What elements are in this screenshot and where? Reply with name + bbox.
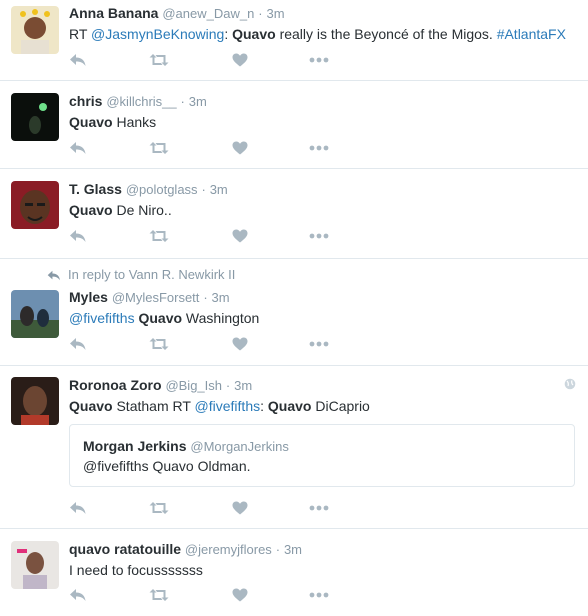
reply-arrow-icon (47, 270, 60, 281)
separator-dot: · (180, 94, 185, 109)
more-dots-icon[interactable] (309, 588, 329, 604)
tweet-author-name[interactable]: Anna Banana (69, 5, 158, 21)
avatar[interactable] (11, 93, 59, 141)
tweet-author-handle[interactable]: @jeremyjflores (185, 542, 272, 557)
more-dots-icon[interactable] (309, 141, 329, 157)
mention-link[interactable]: @fivefifths (195, 398, 261, 414)
text-segment: really is the Beyoncé of the Migos. (275, 26, 497, 42)
reply-arrow-icon[interactable] (69, 501, 89, 517)
reply-arrow-icon[interactable] (69, 53, 89, 69)
tweet-myles[interactable]: In reply to Vann R. Newkirk II Myles @My… (0, 259, 588, 366)
tweet-t-glass[interactable]: T. Glass @polotglass · 3m Quavo De Niro.… (0, 169, 588, 259)
heart-icon[interactable] (232, 229, 252, 245)
tweet-author-handle[interactable]: @MylesForsett (112, 290, 200, 305)
text-segment: Statham RT (112, 398, 195, 414)
tweet-text: Quavo De Niro.. (69, 200, 576, 220)
avatar[interactable] (11, 6, 59, 54)
heart-icon[interactable] (232, 337, 252, 353)
tweet-chris[interactable]: chris @killchris__ · 3m Quavo Hanks (0, 81, 588, 169)
text-segment: De Niro.. (112, 202, 172, 218)
text-segment: : (260, 398, 268, 414)
text-segment: Hanks (112, 114, 157, 130)
tweet-text: @fivefifths Quavo Washington (69, 308, 576, 328)
text-bold: Quavo (69, 398, 113, 414)
text-bold: Quavo (232, 26, 276, 42)
tweet-author-handle[interactable]: @Big_Ish (165, 378, 222, 393)
text-bold: Quavo (69, 114, 113, 130)
hashtag-link[interactable]: #AtlantaFX (497, 26, 566, 42)
quoted-author-handle: @MorganJerkins (190, 439, 289, 454)
separator-dot: · (203, 290, 208, 305)
tweet-timestamp[interactable]: 3m (210, 182, 228, 197)
reply-arrow-icon[interactable] (69, 229, 89, 245)
text-segment: Washington (182, 310, 260, 326)
separator-dot: · (258, 6, 263, 21)
reply-arrow-icon[interactable] (69, 337, 89, 353)
more-dots-icon[interactable] (309, 229, 329, 245)
tweet-timestamp[interactable]: 3m (266, 6, 284, 21)
quoted-author-name: Morgan Jerkins (83, 438, 187, 454)
mention-link[interactable]: @fivefifths (69, 310, 135, 326)
tweet-author-name[interactable]: T. Glass (69, 181, 122, 197)
separator-dot: · (201, 182, 206, 197)
text-bold: Quavo (138, 310, 183, 326)
heart-icon[interactable] (232, 588, 252, 604)
retweet-icon[interactable] (149, 229, 169, 245)
retweet-icon[interactable] (149, 141, 169, 157)
retweet-icon[interactable] (149, 337, 169, 353)
heart-icon[interactable] (232, 501, 252, 517)
reply-context[interactable]: In reply to Vann R. Newkirk II (46, 267, 235, 282)
heart-icon[interactable] (232, 53, 252, 69)
quoted-text: @fivefifths Quavo Oldman. (83, 458, 251, 474)
separator-dot: · (275, 542, 281, 557)
text-segment: RT (69, 26, 92, 42)
tweet-anna-banana[interactable]: Anna Banana @anew_Daw_n · 3m RT @JasmynB… (0, 0, 588, 81)
tweet-author-name[interactable]: Myles (69, 289, 108, 305)
mention-link[interactable]: @JasmynBeKnowing (91, 26, 224, 42)
heart-icon[interactable] (232, 141, 252, 157)
reply-arrow-icon[interactable] (69, 588, 89, 604)
tweet-timestamp[interactable]: 3m (212, 290, 230, 305)
tweet-timestamp[interactable]: 3m (234, 378, 252, 393)
tweet-quavo-ratatouille[interactable]: quavo ratatouille @jeremyjflores · 3m I … (0, 529, 588, 616)
retweet-icon[interactable] (149, 588, 169, 604)
tweet-text: RT @JasmynBeKnowing: Quavo really is the… (69, 24, 576, 44)
tweet-text: Quavo Statham RT @fivefifths: Quavo DiCa… (69, 396, 576, 416)
avatar[interactable] (11, 541, 59, 589)
tweet-timestamp[interactable]: 3m (284, 542, 302, 557)
text-bold: Quavo (267, 398, 312, 414)
tweet-roronoa-zoro[interactable]: Roronoa Zoro @Big_Ish · 3m Quavo Statham… (0, 366, 588, 529)
avatar[interactable] (11, 181, 59, 229)
more-dots-icon[interactable] (309, 53, 329, 69)
more-dots-icon[interactable] (309, 501, 329, 517)
tweet-author-handle[interactable]: @anew_Daw_n (162, 6, 254, 21)
tweet-author-name[interactable]: Roronoa Zoro (69, 377, 162, 393)
reply-context-text: In reply to Vann R. Newkirk II (68, 267, 236, 282)
tweet-author-handle[interactable]: @polotglass (126, 182, 198, 197)
text-segment: : (224, 26, 233, 42)
separator-dot: · (225, 378, 231, 393)
quoted-tweet[interactable]: Morgan Jerkins @MorganJerkins @fivefifth… (69, 424, 575, 487)
tweet-author-name[interactable]: quavo ratatouille (69, 541, 181, 557)
avatar[interactable] (11, 377, 59, 425)
tweet-text: Quavo Hanks (69, 112, 576, 132)
text-bold: Quavo (69, 202, 113, 218)
tweet-text: I need to focusssssss (69, 562, 203, 578)
text-segment: DiCaprio (311, 398, 370, 414)
avatar[interactable] (11, 290, 59, 338)
tweet-timestamp[interactable]: 3m (189, 94, 207, 109)
tweet-author-name[interactable]: chris (69, 93, 102, 109)
tweet-author-handle[interactable]: @killchris__ (106, 94, 176, 109)
retweet-icon[interactable] (149, 53, 169, 69)
retweet-icon[interactable] (149, 501, 169, 517)
more-dots-icon[interactable] (309, 337, 329, 353)
reply-arrow-icon[interactable] (69, 141, 89, 157)
